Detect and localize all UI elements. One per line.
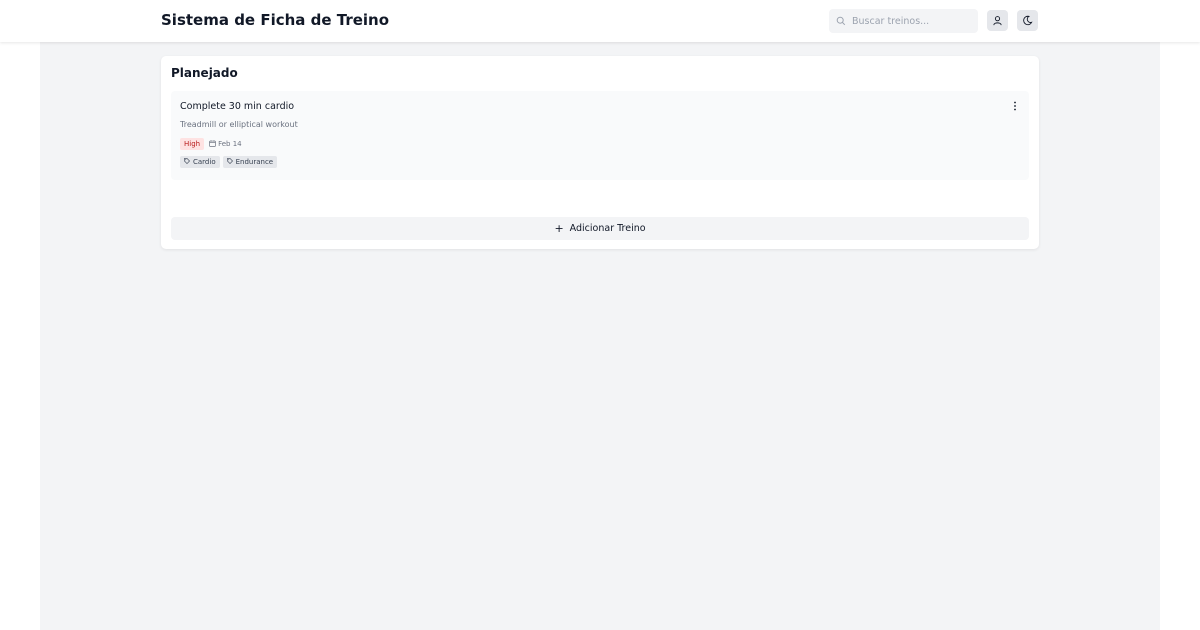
- search-input[interactable]: [852, 15, 972, 27]
- user-button[interactable]: [987, 10, 1008, 31]
- due-date-label: Feb 14: [218, 140, 242, 148]
- app-title: Sistema de Ficha de Treino: [161, 11, 390, 29]
- tag-chip: Cardio: [180, 156, 220, 168]
- search-box[interactable]: [829, 9, 978, 33]
- moon-icon: [1022, 11, 1033, 30]
- tag-icon: [184, 158, 193, 166]
- tag-label: Cardio: [193, 158, 216, 166]
- priority-badge: High: [180, 138, 205, 150]
- tag-chip: Endurance: [222, 156, 278, 168]
- column-title: Planejado: [171, 66, 238, 80]
- plus-icon: +: [554, 222, 564, 235]
- workout-card[interactable]: Complete 30 min cardio Treadmill or elli…: [171, 91, 1029, 180]
- card-menu-button[interactable]: [1010, 99, 1020, 111]
- calendar-icon: [209, 139, 218, 149]
- tag-icon: [226, 158, 236, 166]
- card-title: Complete 30 min cardio: [180, 101, 295, 112]
- user-icon: [992, 11, 1003, 30]
- tag-label: Endurance: [235, 158, 274, 166]
- more-vertical-icon: [1013, 96, 1017, 115]
- card-tags: Cardio Endurance: [180, 156, 280, 168]
- column-planejado: Planejado Complete 30 min cardio Treadmi…: [161, 56, 1039, 249]
- search-icon: [836, 16, 846, 26]
- card-description: Treadmill or elliptical workout: [180, 120, 298, 129]
- due-date: Feb 14: [209, 139, 242, 149]
- add-workout-label: Adicionar Treino: [569, 223, 646, 234]
- add-workout-button[interactable]: + Adicionar Treino: [171, 217, 1029, 240]
- header: Sistema de Ficha de Treino: [0, 0, 1200, 42]
- theme-toggle-button[interactable]: [1017, 10, 1038, 31]
- card-meta: High Feb 14: [180, 138, 242, 150]
